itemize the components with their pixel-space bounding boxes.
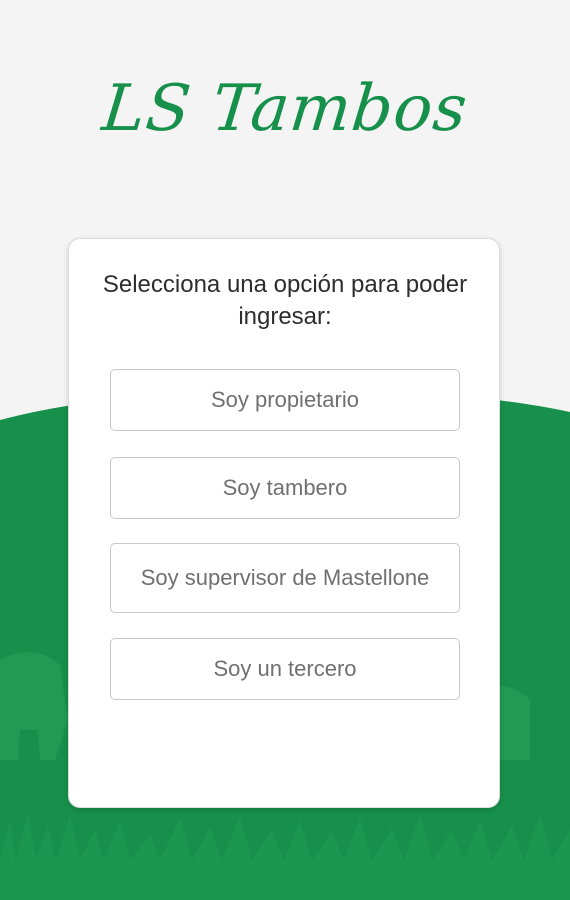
owner-option-button[interactable]: Soy propietario <box>110 369 460 431</box>
dairy-farmer-option-button[interactable]: Soy tambero <box>110 457 460 519</box>
selection-prompt: Selecciona una opción para poder ingresa… <box>102 271 468 330</box>
app-logo: LS Tambos <box>98 72 472 146</box>
mastellone-supervisor-option-button[interactable]: Soy supervisor de Mastellone <box>110 543 460 613</box>
login-options-card: Selecciona una opción para poder ingresa… <box>68 238 500 808</box>
third-party-option-button[interactable]: Soy un tercero <box>110 638 460 700</box>
